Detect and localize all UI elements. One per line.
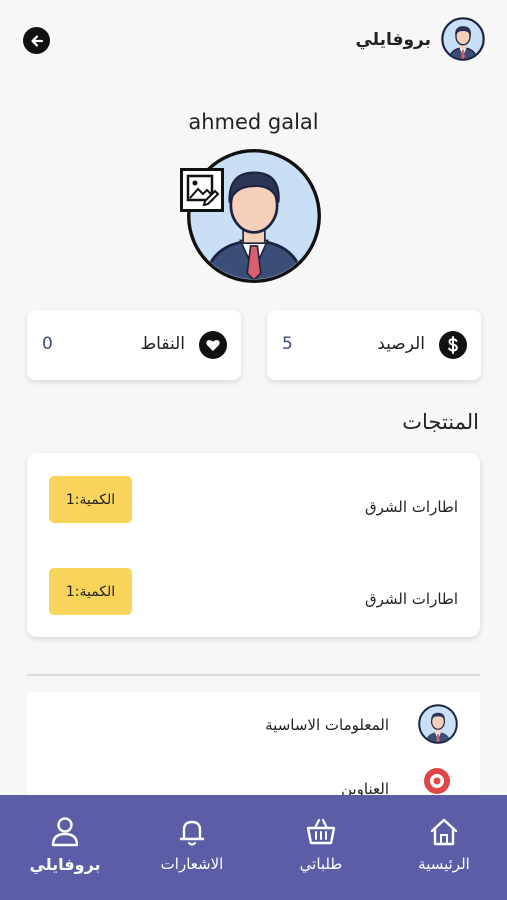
page-title: بروفايلي	[355, 30, 431, 50]
points-label: النقاط	[140, 334, 185, 354]
nav-label: بروفايلي	[29, 855, 101, 874]
points-value: 0	[42, 334, 53, 354]
user-name: ahmed galal	[188, 110, 319, 134]
nav-home[interactable]: الرئيسية	[389, 795, 499, 900]
nav-orders[interactable]: طلباتي	[266, 795, 376, 900]
location-pin-icon	[422, 766, 452, 796]
user-avatar-icon[interactable]	[441, 17, 485, 61]
nav-label: الاشعارات	[160, 855, 224, 873]
arrow-left-icon	[30, 34, 43, 47]
divider	[27, 674, 480, 676]
edit-photo-button[interactable]	[180, 168, 224, 212]
products-list: اطارات الشرق الكمية:1 اطارات الشرق الكمي…	[27, 453, 480, 637]
bottom-navigation: الرئيسية طلباتي الاشعارات بروفايلي	[0, 795, 507, 900]
balance-label: الرصيد	[377, 334, 425, 354]
back-button[interactable]	[23, 27, 50, 54]
list-item[interactable]: اطارات الشرق الكمية:1	[27, 568, 480, 628]
product-name: اطارات الشرق	[364, 589, 458, 608]
basket-icon	[304, 815, 338, 849]
nav-label: الرئيسية	[418, 855, 470, 873]
balance-value: 5	[282, 334, 293, 354]
points-card[interactable]: 0 النقاط	[27, 310, 241, 380]
basic-info-label: المعلومات الاساسية	[265, 716, 389, 734]
bell-icon	[175, 815, 209, 849]
quantity-badge: الكمية:1	[49, 568, 132, 615]
nav-notifications[interactable]: الاشعارات	[137, 795, 247, 900]
user-avatar-icon	[418, 704, 458, 744]
balance-card[interactable]: 5 الرصيد	[267, 310, 481, 380]
products-section-title: المنتجات	[402, 410, 479, 434]
info-list: المعلومات الاساسية العناوين	[27, 692, 480, 812]
heart-icon	[199, 331, 227, 359]
product-name: اطارات الشرق	[364, 497, 458, 516]
dollar-icon	[439, 331, 467, 359]
list-item[interactable]: اطارات الشرق الكمية:1	[27, 476, 480, 536]
edit-image-icon	[186, 174, 220, 207]
nav-profile[interactable]: بروفايلي	[10, 795, 120, 900]
nav-label: طلباتي	[299, 855, 343, 873]
quantity-badge: الكمية:1	[49, 476, 132, 523]
home-icon	[427, 815, 461, 849]
user-icon	[48, 815, 82, 849]
